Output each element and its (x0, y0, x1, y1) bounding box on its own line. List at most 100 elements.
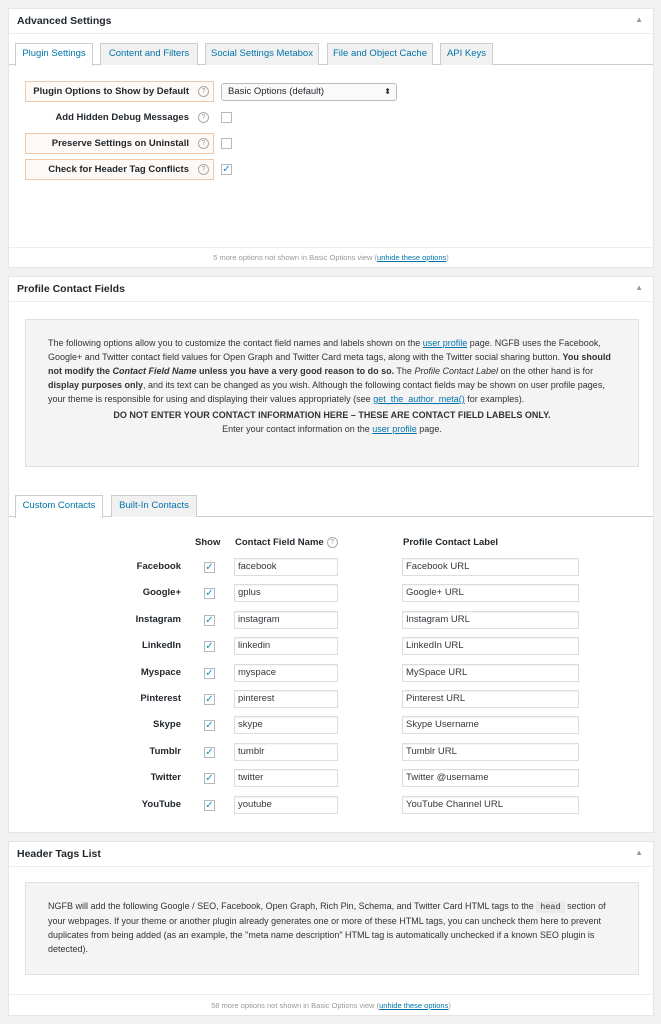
select-value: Basic Options (default) (228, 86, 325, 97)
profile-contact-title: Profile Contact Fields (17, 283, 125, 295)
head-code: head (536, 901, 565, 913)
profile-info-box: The following options allow you to custo… (25, 319, 639, 467)
contact-show-checkbox[interactable]: ✓ (204, 615, 215, 626)
contact-show-checkbox[interactable]: ✓ (204, 641, 215, 652)
footer-text: 5 more options not shown in Basic Option… (213, 253, 378, 262)
contact-row-label: YouTube (141, 799, 181, 810)
header-tags-title: Header Tags List (17, 848, 101, 860)
help-question-icon[interactable]: ? (198, 138, 209, 149)
tab-built-in-contacts[interactable]: Built-In Contacts (111, 495, 197, 517)
checkmark-icon: ✓ (222, 164, 231, 175)
contact-show-checkbox[interactable]: ✓ (204, 800, 215, 811)
profile-info-paragraph: The following options allow you to custo… (48, 336, 616, 406)
contact-field-name-input[interactable]: pinterest (234, 690, 338, 708)
header-tags-header[interactable]: Header Tags List ▲ (9, 842, 653, 867)
contact-show-checkbox[interactable]: ✓ (204, 747, 215, 758)
contact-field-name-input[interactable]: instagram (234, 611, 338, 629)
contact-row-label: Tumblr (149, 746, 182, 757)
contact-field-name-input[interactable]: gplus (234, 584, 338, 602)
info-text: page. (416, 424, 442, 434)
advanced-footer-note: 5 more options not shown in Basic Option… (9, 247, 653, 268)
contact-show-checkbox[interactable]: ✓ (204, 694, 215, 705)
info-text: The following options allow you to custo… (48, 338, 423, 348)
contact-show-checkbox[interactable]: ✓ (204, 562, 215, 573)
footer-text: 58 more options not shown in Basic Optio… (211, 1001, 380, 1010)
profile-contact-label-input[interactable]: Pinterest URL (402, 690, 579, 708)
contact-show-checkbox[interactable]: ✓ (204, 668, 215, 679)
checkmark-icon: ✓ (205, 694, 214, 705)
user-profile-link[interactable]: user profile (423, 338, 468, 348)
preserve-settings-checkbox[interactable] (221, 138, 232, 149)
contact-field-name-input[interactable]: skype (234, 716, 338, 734)
option-label-plugin-options: Plugin Options to Show by Default ? (25, 81, 214, 102)
info-text: for examples). (464, 394, 525, 404)
advanced-settings-header[interactable]: Advanced Settings ▲ (9, 9, 653, 34)
help-question-icon[interactable]: ? (198, 164, 209, 175)
advanced-settings-title: Advanced Settings (17, 15, 112, 27)
contact-field-name-input[interactable]: facebook (234, 558, 338, 576)
collapse-arrow-icon[interactable]: ▲ (635, 15, 643, 24)
tab-file-and-object-cache[interactable]: File and Object Cache (327, 43, 433, 65)
header-conflicts-checkbox[interactable]: ✓ (221, 164, 232, 175)
contact-row-label: LinkedIn (141, 640, 181, 651)
contact-field-name-input[interactable]: linkedin (234, 637, 338, 655)
column-header-label: Profile Contact Label (403, 537, 499, 548)
info-italic: Profile Contact Label (414, 366, 498, 376)
user-profile-link-2[interactable]: user profile (372, 424, 417, 434)
tab-content-and-filters[interactable]: Content and Filters (100, 43, 198, 65)
info-text: NGFB will add the following Google / SEO… (48, 901, 537, 911)
contact-field-name-input[interactable]: twitter (234, 769, 338, 787)
header-tags-info-box: NGFB will add the following Google / SEO… (25, 882, 639, 975)
contact-field-name-input[interactable]: myspace (234, 664, 338, 682)
column-header-text: Contact Field Name (235, 537, 324, 549)
get-author-meta-link[interactable]: get_the_author_meta() (373, 394, 465, 404)
unhide-options-link[interactable]: unhide these options (377, 253, 446, 262)
profile-contact-label-input[interactable]: LinkedIn URL (402, 637, 579, 655)
checkmark-icon: ✓ (205, 720, 214, 731)
header-tags-panel: Header Tags List ▲ NGFB will add the fol… (8, 841, 654, 1016)
checkmark-icon: ✓ (205, 800, 214, 811)
profile-contact-panel: Profile Contact Fields ▲ The following o… (8, 276, 654, 833)
option-label-text: Plugin Options to Show by Default (33, 86, 189, 97)
plugin-options-select[interactable]: Basic Options (default) ⬍ (221, 83, 397, 101)
profile-contact-label-input[interactable]: Google+ URL (402, 584, 579, 602)
contact-field-name-input[interactable]: youtube (234, 796, 338, 814)
contact-show-checkbox[interactable]: ✓ (204, 588, 215, 599)
contact-show-checkbox[interactable]: ✓ (204, 773, 215, 784)
footer-text-end: ) (446, 253, 449, 262)
profile-contact-label-input[interactable]: Twitter @username (402, 769, 579, 787)
profile-contact-header[interactable]: Profile Contact Fields ▲ (9, 277, 653, 302)
help-question-icon[interactable]: ? (198, 112, 209, 123)
checkmark-icon: ✓ (205, 773, 214, 784)
collapse-arrow-icon[interactable]: ▲ (635, 283, 643, 292)
profile-contact-label-input[interactable]: Tumblr URL (402, 743, 579, 761)
profile-contact-label-input[interactable]: Facebook URL (402, 558, 579, 576)
info-bold-italic: Contact Field Name (112, 366, 197, 376)
tab-api-keys[interactable]: API Keys (440, 43, 493, 65)
unhide-options-link[interactable]: unhide these options (379, 1001, 448, 1010)
collapse-arrow-icon[interactable]: ▲ (635, 848, 643, 857)
option-label-header-conflicts: Check for Header Tag Conflicts ? (25, 159, 214, 180)
help-question-icon[interactable]: ? (198, 86, 209, 97)
contact-row-label: Myspace (140, 667, 181, 678)
debug-messages-checkbox[interactable] (221, 112, 232, 123)
tab-social-settings-metabox[interactable]: Social Settings Metabox (205, 43, 319, 65)
contact-show-checkbox[interactable]: ✓ (204, 720, 215, 731)
profile-contact-label-input[interactable]: MySpace URL (402, 664, 579, 682)
option-label-preserve-settings: Preserve Settings on Uninstall ? (25, 133, 214, 154)
contact-tabs: Custom Contacts Built-In Contacts (9, 495, 653, 518)
profile-contact-label-input[interactable]: Skype Username (402, 716, 579, 734)
contact-field-name-input[interactable]: tumblr (234, 743, 338, 761)
profile-contact-label-input[interactable]: YouTube Channel URL (402, 796, 579, 814)
footer-text-end: ) (448, 1001, 451, 1010)
profile-contact-label-input[interactable]: Instagram URL (402, 611, 579, 629)
tab-custom-contacts[interactable]: Custom Contacts (15, 495, 103, 518)
tab-plugin-settings[interactable]: Plugin Settings (15, 43, 93, 66)
option-label-text: Add Hidden Debug Messages (55, 112, 189, 123)
checkmark-icon: ✓ (205, 615, 214, 626)
advanced-tabs: Plugin Settings Content and Filters Soci… (9, 43, 653, 66)
info-bold: display purposes only (48, 380, 144, 390)
option-label-text: Preserve Settings on Uninstall (51, 138, 189, 149)
help-question-icon[interactable]: ? (326, 537, 338, 548)
contact-row-label: Twitter (150, 772, 181, 783)
